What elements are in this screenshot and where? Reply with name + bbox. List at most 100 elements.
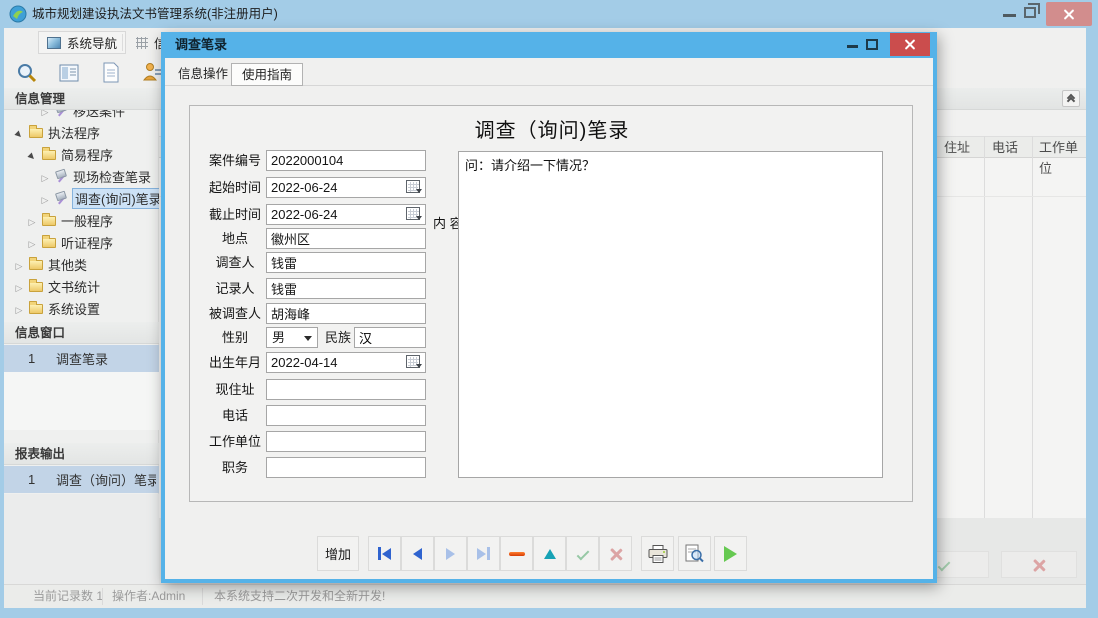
calendar-icon[interactable] [406, 207, 420, 220]
end-time-input[interactable] [266, 204, 426, 225]
triangle-right-icon [446, 548, 455, 560]
edit-record-button[interactable] [533, 536, 566, 571]
preview-icon [685, 544, 704, 563]
triangle-right-icon [477, 548, 486, 560]
interviewee-label: 被调查人 [204, 303, 266, 324]
previous-record-button[interactable] [401, 536, 434, 571]
nav-tree: 移送案件 执法程序 简易程序 现场检查笔录 调查(询问)笔录 [4, 110, 159, 320]
first-record-icon [378, 547, 381, 560]
collapse-panel-button[interactable] [1062, 90, 1080, 107]
first-record-button[interactable] [368, 536, 401, 571]
phone-label: 电话 [204, 405, 266, 426]
delete-record-button[interactable] [500, 536, 533, 571]
divider [122, 34, 123, 51]
triangle-left-icon [413, 548, 422, 560]
check-icon [576, 547, 589, 560]
expand-arrow-icon[interactable] [14, 279, 24, 294]
search-icon [16, 62, 38, 84]
search-button[interactable] [12, 59, 42, 86]
cancel-button[interactable] [1001, 551, 1077, 578]
tree-item-document-statistics[interactable]: 文书统计 [4, 275, 159, 297]
document-button[interactable] [96, 59, 126, 86]
tree-item-system-settings[interactable]: 系统设置 [4, 297, 159, 319]
expand-arrow-icon[interactable] [40, 110, 50, 118]
tree-item-simple-procedure[interactable]: 简易程序 [4, 143, 159, 165]
chevron-down-icon [304, 336, 312, 345]
folder-icon [42, 150, 56, 160]
case-number-input[interactable] [266, 150, 426, 171]
list-empty-area [4, 494, 159, 585]
info-window-item[interactable]: 1 调查笔录 [4, 345, 159, 372]
post-record-button[interactable] [566, 536, 599, 571]
birthdate-input[interactable] [266, 352, 426, 373]
interviewee-input[interactable] [266, 303, 426, 324]
recorder-input[interactable] [266, 278, 426, 299]
x-icon [610, 548, 621, 559]
expand-arrow-icon[interactable] [40, 169, 50, 184]
tree-item-site-inspection-record[interactable]: 现场检查笔录 [4, 165, 159, 187]
cancel-edit-button[interactable] [599, 536, 632, 571]
position-input[interactable] [266, 457, 426, 478]
app-logo-icon [9, 5, 27, 23]
investigator-input[interactable] [266, 252, 426, 273]
tree-item-hearing-procedure[interactable]: 听证程序 [4, 231, 159, 253]
investigator-label: 调查人 [204, 252, 266, 273]
folder-icon [29, 304, 43, 314]
calendar-icon[interactable] [406, 180, 420, 193]
restore-button[interactable] [1024, 7, 1036, 18]
add-button[interactable]: 增加 [317, 536, 359, 571]
print-button[interactable] [641, 536, 674, 571]
calendar-icon[interactable] [406, 355, 420, 368]
expand-arrow-icon[interactable] [14, 257, 24, 272]
expand-arrow-icon[interactable] [27, 235, 37, 250]
tree-item-general-procedure[interactable]: 一般程序 [4, 209, 159, 231]
folder-icon [29, 260, 43, 270]
collapse-arrow-icon[interactable] [14, 125, 24, 140]
phone-input[interactable] [266, 405, 426, 426]
column-header-phone: 电话 [992, 137, 1018, 158]
tree-item-other[interactable]: 其他类 [4, 253, 159, 275]
dialog-tab-info-operations[interactable]: 信息操作 [168, 63, 238, 86]
last-record-button[interactable] [467, 536, 500, 571]
tab-system-navigation[interactable]: 系统导航 [38, 31, 126, 54]
main-titlebar: 城市规划建设执法文书管理系统(非注册用户) [0, 0, 1098, 28]
expand-arrow-icon[interactable] [14, 301, 24, 316]
gender-value: 男 [272, 330, 285, 345]
list-button[interactable] [54, 59, 84, 86]
ethnicity-input[interactable] [354, 327, 426, 348]
expand-arrow-icon[interactable] [40, 191, 50, 206]
report-output-item[interactable]: 1 调查（询问）笔录 [4, 466, 159, 493]
grid-line [1032, 136, 1033, 518]
location-input[interactable] [266, 228, 426, 249]
tree-item-transfer-case[interactable]: 移送案件 [4, 110, 159, 121]
play-icon [724, 546, 737, 562]
app-window: 城市规划建设执法文书管理系统(非注册用户) 系统导航 信息操作 [0, 0, 1098, 618]
dialog-maximize-button[interactable] [866, 39, 878, 50]
close-button[interactable] [1046, 2, 1092, 26]
tree-item-enforcement-procedure[interactable]: 执法程序 [4, 121, 159, 143]
address-input[interactable] [266, 379, 426, 400]
dialog-minimize-button[interactable] [847, 45, 858, 48]
dialog-body: 信息操作 使用指南 调查（询问)笔录 案件编号 起始时间 截止时间 [165, 58, 933, 579]
operator-status: 操作者:Admin [112, 585, 185, 608]
close-icon [1064, 9, 1075, 20]
dialog-tab-user-guide[interactable]: 使用指南 [231, 63, 303, 86]
record-tool-icon [55, 170, 68, 183]
preview-button[interactable] [678, 536, 711, 571]
start-time-label: 起始时间 [204, 177, 266, 198]
minimize-button[interactable] [1003, 14, 1016, 17]
expand-arrow-icon[interactable] [27, 213, 37, 228]
start-time-input[interactable] [266, 177, 426, 198]
collapse-arrow-icon[interactable] [27, 147, 37, 162]
record-count-status: 当前记录数 1 [33, 585, 103, 608]
dialog-close-button[interactable] [890, 33, 930, 56]
grid-line [984, 136, 985, 518]
position-label: 职务 [204, 457, 266, 478]
execute-report-button[interactable] [714, 536, 747, 571]
gender-select[interactable]: 男 [266, 327, 318, 348]
content-textarea[interactable]: 问：请介绍一下情况？ [458, 151, 883, 478]
workunit-input[interactable] [266, 431, 426, 452]
next-record-button[interactable] [434, 536, 467, 571]
section-header-report-output: 报表输出 [4, 443, 159, 465]
tree-item-investigation-record[interactable]: 调查(询问)笔录 [4, 187, 159, 209]
